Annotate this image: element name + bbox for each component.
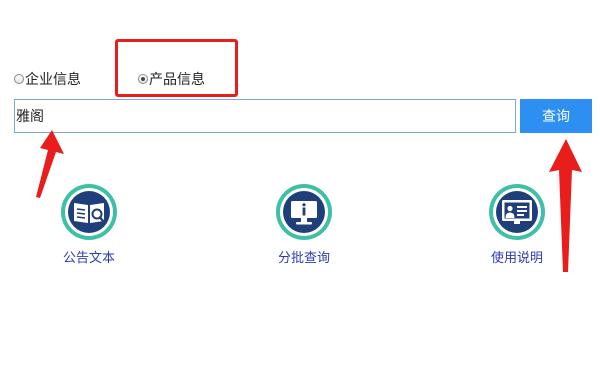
query-button[interactable]: 查询 [520, 99, 592, 133]
radio-button[interactable] [14, 74, 24, 84]
query-button-label: 查询 [542, 109, 570, 125]
feature-announcement-text[interactable]: 公告文本 [34, 183, 144, 266]
document-search-icon [61, 184, 117, 240]
radio-enterprise-info[interactable]: 企业信息 [14, 70, 81, 88]
feature-label: 公告文本 [62, 251, 115, 266]
search-input[interactable] [14, 99, 516, 133]
feature-label: 使用说明 [490, 251, 543, 266]
info-monitor-icon [276, 184, 332, 240]
annotation-highlight-box [115, 39, 238, 97]
feature-usage-instructions[interactable]: 使用说明 [462, 183, 572, 266]
radio-label: 企业信息 [25, 72, 81, 88]
feature-batch-query[interactable]: 分批查询 [249, 183, 359, 266]
presenter-screen-icon [489, 184, 545, 240]
feature-label: 分批查询 [277, 251, 330, 266]
search-page: 企业信息 产品信息 查询 公告 [0, 0, 600, 369]
